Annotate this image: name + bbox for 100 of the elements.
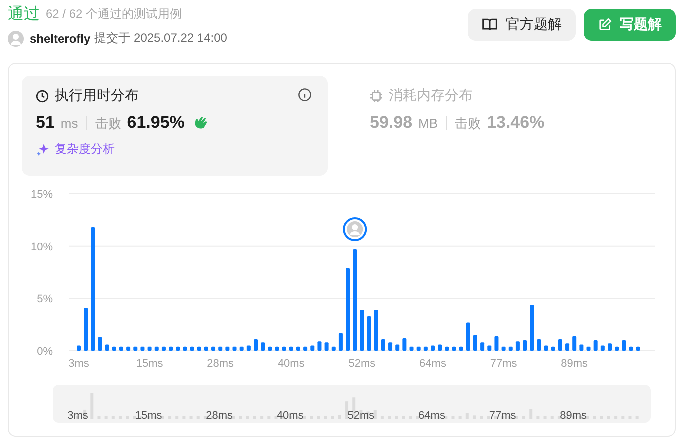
overview-label: 28ms (206, 410, 234, 422)
chart-bar[interactable] (566, 344, 570, 351)
chart-bar[interactable] (98, 337, 102, 351)
chart-bar[interactable] (388, 342, 393, 351)
chart-bar[interactable] (459, 346, 464, 351)
chart-bar[interactable] (134, 346, 138, 351)
overview-panel[interactable]: 3ms 15ms 28ms 40ms 52ms 64ms 77ms 89ms (53, 385, 651, 423)
chart-bar[interactable] (608, 344, 612, 351)
complexity-analysis-link[interactable]: 复杂度分析 (55, 141, 115, 158)
chart-bar[interactable] (338, 333, 343, 351)
overview-label: 40ms (276, 410, 304, 422)
chart-bar[interactable] (183, 346, 188, 351)
chart-bar[interactable] (162, 346, 166, 351)
chart-bar[interactable] (445, 346, 450, 351)
chart-bar[interactable] (218, 346, 223, 351)
overview-label: 64ms (418, 410, 446, 422)
chart-bar[interactable] (431, 346, 435, 351)
chart-bar[interactable] (304, 346, 308, 351)
chart-bar[interactable] (226, 346, 230, 351)
result-unit: MB (418, 116, 438, 131)
chart-bar[interactable] (282, 346, 286, 351)
chart-bar[interactable] (586, 346, 591, 351)
axis-label: 15ms (136, 358, 164, 370)
axis-label: 77ms (490, 358, 518, 370)
overview-label: 89ms (560, 410, 588, 422)
beats-label: 击败 (455, 115, 482, 133)
username: shelterofly (30, 32, 91, 46)
chart-bar[interactable] (275, 346, 280, 351)
chart-bar[interactable] (112, 346, 116, 351)
chart-bar[interactable] (254, 339, 258, 351)
axis-label: 10% (30, 241, 53, 254)
chart-bar[interactable] (530, 304, 534, 351)
chart-bar[interactable] (523, 340, 528, 351)
chart-bar[interactable] (424, 346, 428, 351)
status-label: 通过 (8, 4, 40, 25)
chart-bar[interactable] (473, 335, 478, 351)
chart-bar[interactable] (140, 346, 145, 351)
chart-bar[interactable] (296, 346, 300, 351)
chart-bar[interactable] (190, 346, 194, 351)
chart-bar[interactable] (551, 346, 556, 351)
chart-bar[interactable] (332, 346, 336, 351)
chart-bar[interactable] (466, 322, 470, 351)
chart-bar[interactable] (572, 336, 577, 351)
chart-bar[interactable] (246, 346, 251, 351)
beats-label: 击败 (95, 115, 122, 133)
chart-bar[interactable] (494, 336, 499, 351)
chart-bar[interactable] (452, 346, 456, 351)
chart-bar[interactable] (502, 346, 506, 351)
chart-bar[interactable] (622, 340, 626, 351)
chart-bar[interactable] (318, 342, 322, 351)
chart-bar[interactable] (629, 346, 634, 351)
chart-bar[interactable] (268, 346, 272, 351)
chart-bar[interactable] (508, 346, 513, 351)
chart-bar[interactable] (374, 310, 378, 351)
chart-bar[interactable] (402, 338, 407, 351)
chart-bar[interactable] (289, 346, 294, 351)
chart-bar[interactable] (381, 339, 386, 351)
chart-bar[interactable] (367, 316, 372, 351)
axis-label: 15% (30, 189, 53, 201)
chart-bar[interactable] (148, 346, 152, 351)
overview-label: 3ms (68, 410, 88, 422)
chart-bar[interactable] (438, 344, 442, 351)
chart-bar[interactable] (197, 346, 202, 351)
chart-bar[interactable] (232, 346, 237, 351)
chart-bar[interactable] (488, 346, 492, 351)
info-icon[interactable] (298, 88, 312, 102)
chart-bar[interactable] (105, 344, 110, 351)
official-solution-button[interactable]: 官方题解 (468, 9, 576, 41)
chart-bar[interactable] (410, 346, 414, 351)
chart-bar[interactable] (119, 346, 124, 351)
chart-bar[interactable] (360, 310, 364, 351)
chart-bar[interactable] (594, 340, 598, 351)
sparkle-icon (36, 142, 50, 156)
chart-bar[interactable] (261, 342, 266, 351)
chart-bar[interactable] (346, 268, 350, 351)
chart-bar[interactable] (396, 344, 400, 351)
chart-bar[interactable] (580, 344, 584, 351)
chart-bar[interactable] (516, 342, 520, 351)
chart-bar[interactable] (310, 346, 315, 351)
chart-bar[interactable] (558, 339, 562, 351)
chart-bar[interactable] (77, 346, 81, 351)
chart-bar[interactable] (544, 346, 548, 351)
chart-bar[interactable] (84, 308, 88, 351)
chart-bar[interactable] (353, 249, 358, 351)
distribution-tab[interactable]: 执行用时分布 51 ms 击败 61.95% 复杂度分析 (22, 76, 328, 176)
chart-bar[interactable] (636, 346, 640, 351)
chart-bar[interactable] (176, 346, 180, 351)
chart-bar[interactable] (169, 346, 174, 351)
chart-bar[interactable] (600, 346, 605, 351)
chart-bar[interactable] (240, 346, 244, 351)
chart-bar[interactable] (416, 346, 421, 351)
chart-bar[interactable] (212, 346, 216, 351)
chart-bar[interactable] (126, 346, 131, 351)
chart-bar[interactable] (204, 346, 208, 351)
chart-bar[interactable] (154, 346, 159, 351)
chart-bar[interactable] (91, 228, 96, 351)
chart-bar[interactable] (615, 346, 620, 351)
chart-bar[interactable] (480, 342, 485, 351)
chart-bar[interactable] (324, 342, 329, 351)
chart-bar[interactable] (537, 339, 542, 351)
